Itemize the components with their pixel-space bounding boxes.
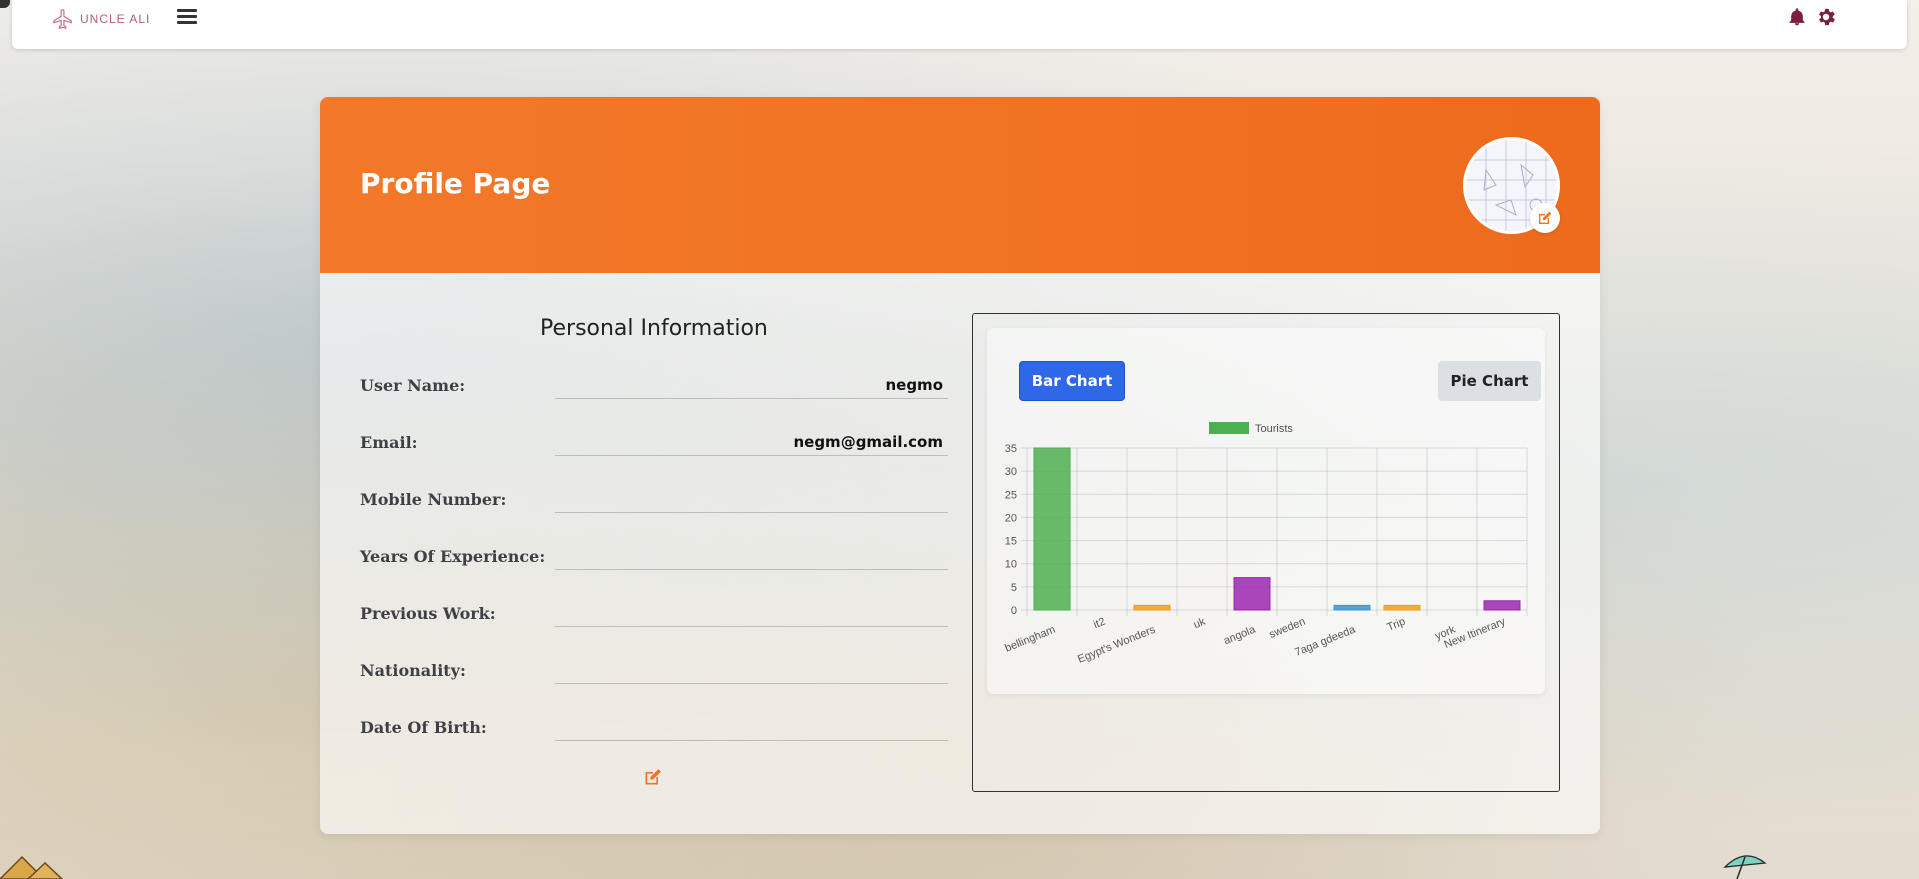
- field-previous-work: Previous Work:: [360, 604, 950, 661]
- y-tick-label: 0: [1011, 605, 1017, 617]
- edit-icon: [1539, 211, 1552, 224]
- pie-chart-button[interactable]: Pie Chart: [1438, 361, 1541, 401]
- field-label: Date Of Birth:: [360, 718, 487, 737]
- field-label: Mobile Number:: [360, 490, 507, 509]
- y-tick-label: 25: [1005, 489, 1017, 501]
- profile-banner: Profile Page: [320, 97, 1600, 273]
- x-tick-label: Egypt's Wonders: [1076, 623, 1158, 665]
- top-navbar: UNCLE ALI: [12, 0, 1907, 49]
- brand-name: UNCLE ALI: [80, 12, 151, 26]
- legend-label: Tourists: [1255, 423, 1293, 435]
- x-tick-label: Trip: [1385, 616, 1407, 634]
- field-underline: [555, 398, 948, 399]
- field-label: Nationality:: [360, 661, 466, 680]
- field-label: Email:: [360, 433, 418, 452]
- bar: [1483, 600, 1521, 611]
- y-tick-label: 20: [1005, 512, 1017, 524]
- field-label: Previous Work:: [360, 604, 496, 623]
- y-tick-label: 5: [1011, 582, 1017, 594]
- bar-chart: Tourists 0 5 10 15 20 25 30 35 bellingham it2Egypt…: [1003, 422, 1528, 666]
- edit-icon: [645, 769, 661, 785]
- field-underline: [555, 455, 948, 456]
- field-nationality: Nationality:: [360, 661, 950, 718]
- bar: [1133, 604, 1171, 611]
- hamburger-icon[interactable]: [177, 9, 197, 25]
- field-username: User Name: negmo: [360, 376, 950, 433]
- field-mobile-number: Mobile Number:: [360, 490, 950, 547]
- field-underline: [555, 626, 948, 627]
- gear-icon[interactable]: [1815, 6, 1837, 28]
- y-tick-label: 15: [1005, 536, 1017, 548]
- bar: [1383, 604, 1421, 611]
- avatar-edit-button[interactable]: [1530, 203, 1560, 233]
- x-tick-label: uk: [1192, 615, 1208, 631]
- field-email: Email: negm@gmail.com: [360, 433, 950, 490]
- y-tick-label: 35: [1005, 443, 1017, 455]
- field-underline: [555, 569, 948, 570]
- legend-swatch: [1209, 422, 1249, 434]
- x-tick-label: 7aga gdeeda: [1293, 623, 1358, 659]
- corner-decoration: [0, 0, 10, 8]
- field-underline: [555, 512, 948, 513]
- field-value[interactable]: negm@gmail.com: [793, 433, 943, 451]
- x-tick-label: it2: [1092, 616, 1107, 631]
- field-label: Years Of Experience:: [360, 547, 546, 566]
- field-label: User Name:: [360, 376, 466, 395]
- plane-icon: [53, 9, 72, 29]
- bar: [1033, 447, 1071, 611]
- x-tick-label: angola: [1222, 623, 1258, 647]
- bar: [1333, 604, 1371, 611]
- bar-chart-button[interactable]: Bar Chart: [1019, 361, 1125, 401]
- x-tick-label: sweden: [1267, 616, 1307, 641]
- x-tick-label: bellingham: [1003, 624, 1057, 655]
- y-tick-label: 10: [1005, 559, 1017, 571]
- page-title: Profile Page: [360, 167, 551, 200]
- field-underline: [555, 683, 948, 684]
- section-title: Personal Information: [540, 316, 768, 341]
- pyramid-icon: [0, 855, 64, 879]
- field-value[interactable]: negmo: [885, 376, 943, 394]
- chart-card: Bar Chart Pie Chart Tourists 0 5 10 15 20 25 30…: [987, 328, 1545, 694]
- field-underline: [555, 740, 948, 741]
- field-years-of-experience: Years Of Experience:: [360, 547, 950, 604]
- bar: [1233, 577, 1271, 611]
- chart-panel: Bar Chart Pie Chart Tourists 0 5 10 15 20 25 30…: [972, 313, 1560, 792]
- profile-card: Profile Page Personal Information User N…: [320, 97, 1600, 834]
- umbrella-icon: [1723, 855, 1767, 879]
- edit-profile-button[interactable]: [643, 767, 663, 791]
- brand-logo[interactable]: UNCLE ALI: [52, 8, 150, 30]
- bell-icon[interactable]: [1787, 6, 1807, 28]
- y-tick-label: 30: [1005, 466, 1017, 478]
